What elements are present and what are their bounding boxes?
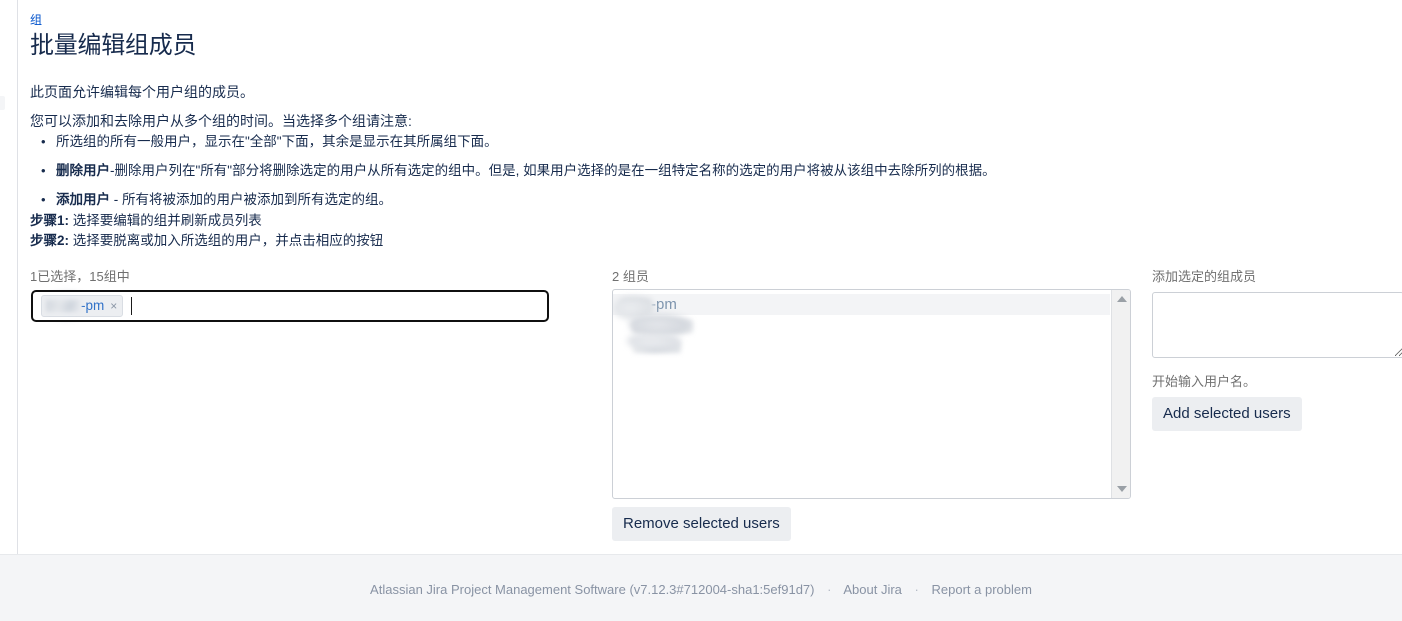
step-label: 步骤2: bbox=[30, 233, 70, 248]
scroll-up-arrow-icon[interactable] bbox=[1112, 290, 1130, 308]
member-row[interactable] bbox=[613, 315, 1110, 336]
note-item-text: - 所有将被添加的用户被添加到所有选定的组。 bbox=[110, 192, 392, 207]
description-line-2: 您可以添加和去除用户从多个组的时间。当选择多个组请注意: bbox=[30, 113, 412, 129]
add-users-input[interactable] bbox=[1152, 292, 1402, 358]
notes-list: 所选组的所有一般用户，显示在"全部"下面，其余是显示在其所属组下面。删除用户-删… bbox=[30, 132, 996, 219]
description-line-1: 此页面允许编辑每个用户组的成员。 bbox=[30, 84, 254, 100]
member-redaction bbox=[621, 299, 651, 312]
remove-selected-users-button[interactable]: Remove selected users bbox=[612, 507, 791, 541]
main-content: 组 批量编辑组成员 此页面允许编辑每个用户组的成员。 您可以添加和去除用户从多个… bbox=[18, 0, 1402, 554]
groups-count-label: 1已选择，15组中 bbox=[30, 269, 130, 284]
member-redaction bbox=[633, 341, 681, 354]
note-item: 删除用户-删除用户列在"所有"部分将删除选定的用户从所有选定的组中。但是, 如果… bbox=[41, 161, 996, 181]
page-title: 批量编辑组成员 bbox=[30, 32, 197, 59]
footer-separator-1: · bbox=[827, 582, 832, 597]
member-redaction bbox=[633, 319, 693, 333]
group-tag-remove-icon[interactable]: × bbox=[108, 300, 119, 312]
members-listbox[interactable]: -pm bbox=[612, 289, 1131, 499]
group-tag[interactable]: -pm × bbox=[41, 295, 124, 317]
add-users-field-wrap bbox=[1152, 292, 1402, 358]
members-count-label: 2 组员 bbox=[612, 269, 649, 284]
content-area: 组 批量编辑组成员 此页面允许编辑每个用户组的成员。 您可以添加和去除用户从多个… bbox=[0, 0, 1402, 554]
footer-product-version: Atlassian Jira Project Management Softwa… bbox=[370, 582, 815, 597]
note-item: 添加用户 - 所有将被添加的用户被添加到所有选定的组。 bbox=[41, 190, 996, 210]
step-label: 步骤1: bbox=[30, 213, 70, 228]
step-1: 步骤1: 选择要编辑的组并刷新成员列表 bbox=[30, 211, 262, 231]
step-text: 选择要编辑的组并刷新成员列表 bbox=[69, 213, 262, 228]
add-selected-users-button[interactable]: Add selected users bbox=[1152, 397, 1302, 431]
footer-link-about-jira[interactable]: About Jira bbox=[843, 582, 902, 597]
add-members-label: 添加选定的组成员 bbox=[1152, 269, 1257, 284]
note-item-text: -删除用户列在"所有"部分将删除选定的用户从所有选定的组中。但是, 如果用户选择… bbox=[110, 163, 996, 178]
sidebar-collapse-handle[interactable] bbox=[0, 96, 5, 110]
sidebar-gutter bbox=[0, 0, 17, 554]
group-tag-label: -pm bbox=[81, 298, 105, 313]
note-item: 所选组的所有一般用户，显示在"全部"下面，其余是显示在其所属组下面。 bbox=[41, 132, 996, 152]
note-item-bold: 添加用户 bbox=[56, 192, 110, 207]
members-list[interactable]: -pm bbox=[613, 290, 1110, 498]
member-group-row[interactable]: -pm bbox=[613, 294, 1110, 315]
footer-text: Atlassian Jira Project Management Softwa… bbox=[0, 581, 1402, 599]
page-footer: Atlassian Jira Project Management Softwa… bbox=[0, 554, 1402, 621]
note-item-bold: 删除用户 bbox=[56, 163, 110, 178]
step-text: 选择要脱离或加入所选组的用户，并点击相应的按钮 bbox=[69, 233, 384, 248]
breadcrumb-groups[interactable]: 组 bbox=[30, 12, 42, 28]
member-row[interactable] bbox=[613, 336, 1110, 357]
scroll-down-arrow-icon[interactable] bbox=[1112, 480, 1130, 498]
footer-separator-2: · bbox=[914, 582, 919, 597]
group-multiselect[interactable]: -pm × bbox=[31, 290, 549, 322]
note-item-text: 所选组的所有一般用户，显示在"全部"下面，其余是显示在其所属组下面。 bbox=[56, 134, 498, 149]
member-label: -pm bbox=[651, 296, 677, 313]
footer-link-report-problem[interactable]: Report a problem bbox=[932, 582, 1032, 597]
page-root: 组 批量编辑组成员 此页面允许编辑每个用户组的成员。 您可以添加和去除用户从多个… bbox=[0, 0, 1402, 621]
step-2: 步骤2: 选择要脱离或加入所选组的用户，并点击相应的按钮 bbox=[30, 231, 383, 251]
text-cursor bbox=[131, 297, 133, 315]
group-tag-redaction bbox=[46, 300, 80, 312]
members-scrollbar[interactable] bbox=[1111, 290, 1130, 498]
add-users-hint: 开始输入用户名。 bbox=[1152, 374, 1257, 389]
